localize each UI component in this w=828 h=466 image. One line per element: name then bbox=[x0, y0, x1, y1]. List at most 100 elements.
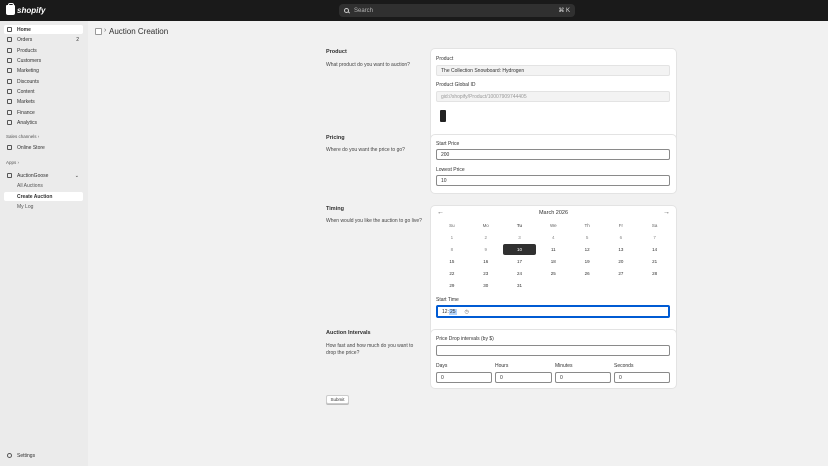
calendar-day[interactable]: 15 bbox=[435, 256, 469, 267]
start-price-input[interactable]: 200 bbox=[436, 149, 670, 160]
sidebar-item-label: Marketing bbox=[17, 67, 39, 74]
sidebar-item-marketing[interactable]: Marketing bbox=[4, 66, 83, 75]
sidebar-item-analytics[interactable]: Analytics bbox=[4, 118, 83, 127]
minutes-input[interactable]: 0 bbox=[555, 372, 611, 383]
start-time-label: Start Time bbox=[436, 297, 459, 303]
weekday-label: Th bbox=[584, 222, 590, 228]
calendar-day[interactable]: 5 bbox=[570, 232, 604, 243]
intervals-card: Price Drop intervals (by $) Days 0 Hours… bbox=[431, 330, 676, 388]
time-hour[interactable]: 12 bbox=[442, 309, 448, 315]
calendar-day[interactable]: 25 bbox=[536, 268, 570, 279]
shopify-logo[interactable]: shopify bbox=[6, 3, 45, 15]
hours-label: Hours bbox=[495, 363, 509, 369]
calendar-day[interactable]: 12 bbox=[570, 244, 604, 255]
sidebar-item-label: Settings bbox=[17, 452, 36, 459]
sidebar-item-settings[interactable]: Settings bbox=[4, 451, 83, 460]
sidebar-toggle-icon[interactable] bbox=[95, 28, 102, 35]
calendar-day[interactable]: 30 bbox=[469, 280, 503, 291]
calendar-day[interactable]: 9 bbox=[469, 244, 503, 255]
lowest-price-input[interactable]: 10 bbox=[436, 175, 670, 186]
calendar-day[interactable]: 21 bbox=[638, 256, 672, 267]
clock-icon[interactable]: ◷ bbox=[465, 309, 469, 315]
next-month-icon[interactable]: → bbox=[663, 209, 670, 216]
sidebar-item-online-store[interactable]: Online Store bbox=[4, 143, 83, 152]
sidebar-item-orders[interactable]: Orders 2 bbox=[4, 35, 83, 44]
weekday-label: We bbox=[549, 222, 557, 228]
calendar-day[interactable]: 13 bbox=[604, 244, 638, 255]
sales-channels-heading[interactable]: Sales channels › bbox=[6, 134, 39, 139]
shopify-bag-icon bbox=[6, 3, 15, 15]
start-price-value: 200 bbox=[441, 151, 450, 158]
calendar-empty-cell bbox=[604, 280, 638, 291]
sidebar-item-discounts[interactable]: Discounts bbox=[4, 77, 83, 86]
calendar-day[interactable]: 31 bbox=[503, 280, 537, 291]
days-input[interactable]: 0 bbox=[436, 372, 492, 383]
time-minute[interactable]: 25 bbox=[448, 308, 457, 315]
main-content: › Auction Creation Product What product … bbox=[88, 21, 828, 466]
calendar-day[interactable]: 17 bbox=[503, 256, 537, 267]
search-placeholder: Search bbox=[354, 7, 374, 14]
calendar-day[interactable]: 4 bbox=[536, 232, 570, 243]
sidebar-item-customers[interactable]: Customers bbox=[4, 56, 83, 65]
markets-icon bbox=[7, 99, 12, 104]
pin-icon[interactable]: ⌄ bbox=[75, 173, 79, 179]
calendar-day[interactable]: 22 bbox=[435, 268, 469, 279]
subitem-all-auctions[interactable]: All Auctions bbox=[4, 181, 83, 190]
marketing-icon bbox=[7, 68, 12, 73]
top-bar: shopify Search ⌘ K bbox=[0, 0, 828, 21]
customers-icon bbox=[7, 58, 12, 63]
calendar-day[interactable]: 16 bbox=[469, 256, 503, 267]
calendar-day[interactable]: 19 bbox=[570, 256, 604, 267]
product-value: The Collection Snowboard: Hydrogen bbox=[441, 67, 525, 74]
subitem-my-log[interactable]: My Log bbox=[4, 202, 83, 211]
product-thumbnail bbox=[440, 110, 446, 122]
price-drop-input[interactable] bbox=[436, 345, 670, 356]
search-bar[interactable]: Search ⌘ K bbox=[339, 4, 575, 17]
calendar-day[interactable]: 10 bbox=[502, 243, 537, 255]
calendar-day[interactable]: 1 bbox=[435, 232, 469, 243]
calendar-day[interactable]: 8 bbox=[435, 244, 469, 255]
subitem-create-auction[interactable]: Create Auction bbox=[4, 192, 83, 201]
calendar-empty-cell bbox=[638, 280, 672, 291]
sidebar-item-label: Orders bbox=[17, 36, 33, 43]
calendar-day[interactable]: 27 bbox=[604, 268, 638, 279]
calendar-day[interactable]: 14 bbox=[638, 244, 672, 255]
calendar-day[interactable]: 26 bbox=[570, 268, 604, 279]
calendar-day[interactable]: 24 bbox=[503, 268, 537, 279]
hours-input[interactable]: 0 bbox=[495, 372, 552, 383]
seconds-input[interactable]: 0 bbox=[614, 372, 670, 383]
apps-heading[interactable]: Apps › bbox=[6, 160, 19, 165]
submit-button[interactable]: Submit bbox=[326, 395, 349, 404]
sidebar-item-content[interactable]: Content bbox=[4, 87, 83, 96]
calendar-day[interactable]: 6 bbox=[604, 232, 638, 243]
finance-icon bbox=[7, 110, 12, 115]
sidebar-item-products[interactable]: Products bbox=[4, 46, 83, 55]
sidebar-item-auctiongoose[interactable]: AuctionGoose ⌄ bbox=[4, 171, 83, 180]
calendar-day[interactable]: 28 bbox=[638, 268, 672, 279]
calendar-day[interactable]: 20 bbox=[604, 256, 638, 267]
start-time-input[interactable]: 12:25 ◷ bbox=[436, 305, 670, 318]
calendar-day[interactable]: 7 bbox=[638, 232, 672, 243]
days-value: 0 bbox=[441, 374, 444, 381]
calendar-day[interactable]: 3 bbox=[503, 232, 537, 243]
timing-section-description: When would you like the auction to go li… bbox=[326, 218, 422, 224]
sidebar-item-home[interactable]: Home bbox=[4, 25, 83, 34]
calendar-day[interactable]: 11 bbox=[536, 244, 570, 255]
sidebar-item-label: Home bbox=[17, 26, 31, 33]
intervals-section-heading: Auction Intervals bbox=[326, 330, 371, 336]
minutes-label: Minutes bbox=[555, 363, 573, 369]
sidebar-item-finance[interactable]: Finance bbox=[4, 108, 83, 117]
calendar-day[interactable]: 29 bbox=[435, 280, 469, 291]
calendar-empty-cell bbox=[536, 280, 570, 291]
product-field[interactable]: The Collection Snowboard: Hydrogen bbox=[436, 65, 670, 76]
apps-label: Apps bbox=[6, 160, 17, 165]
product-section-heading: Product bbox=[326, 49, 347, 55]
hours-value: 0 bbox=[500, 374, 503, 381]
calendar-day[interactable]: 18 bbox=[536, 256, 570, 267]
calendar-day[interactable]: 23 bbox=[469, 268, 503, 279]
pricing-section-description: Where do you want the price to go? bbox=[326, 147, 405, 153]
sidebar-item-markets[interactable]: Markets bbox=[4, 97, 83, 106]
discounts-icon bbox=[7, 79, 12, 84]
calendar-day[interactable]: 2 bbox=[469, 232, 503, 243]
calendar-week: 22 23 24 25 26 27 28 bbox=[435, 267, 672, 279]
